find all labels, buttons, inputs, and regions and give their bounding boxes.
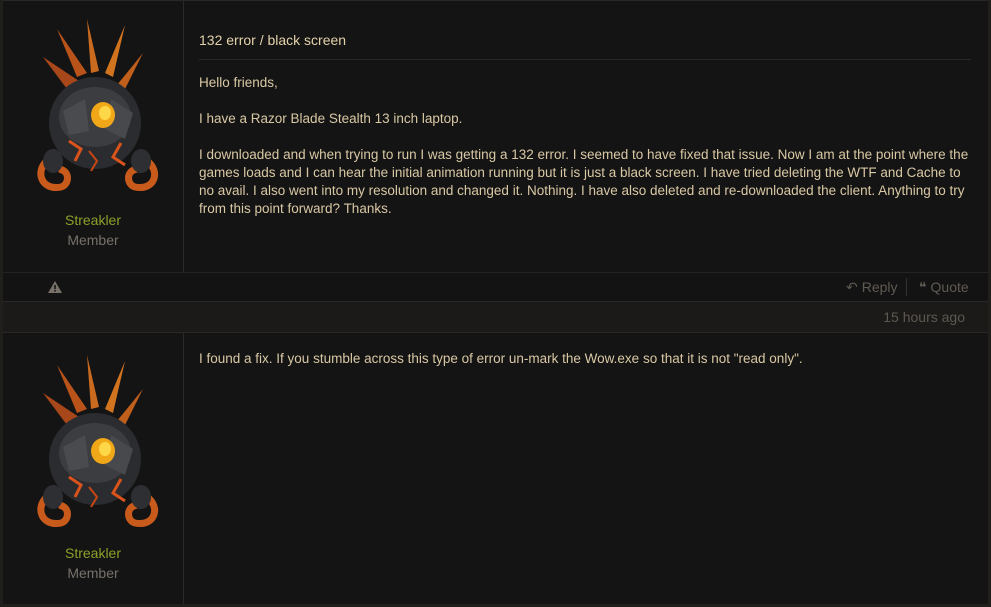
quote-label: Quote — [930, 279, 969, 295]
quote-button[interactable]: ❝ Quote — [919, 279, 969, 296]
post-footer: ↶ Reply ❝ Quote — [3, 272, 988, 301]
author-name[interactable]: Streakler — [3, 212, 183, 228]
post-timestamp[interactable]: 15 hours ago — [883, 309, 965, 325]
author-role: Member — [67, 232, 119, 248]
author-name[interactable]: Streakler — [3, 545, 183, 561]
reply-button[interactable]: ↶ Reply — [846, 279, 898, 296]
reply-arrow-icon: ↶ — [846, 279, 858, 295]
forum-thread: Streakler Member 132 error / black scree… — [0, 0, 991, 607]
author-panel: Streakler Member — [3, 333, 184, 604]
post-meta-bar: 15 hours ago — [3, 301, 988, 332]
post-paragraph: Hello friends, — [199, 75, 278, 90]
forum-post: Streakler Member I found a fix. If you s… — [3, 332, 988, 604]
action-divider — [906, 278, 907, 296]
forum-post: Streakler Member 132 error / black scree… — [3, 0, 988, 272]
author-panel: Streakler Member — [3, 1, 184, 272]
author-role: Member — [67, 565, 119, 581]
avatar[interactable] — [29, 11, 165, 201]
warning-icon[interactable] — [48, 281, 62, 293]
post-paragraph: I downloaded and when trying to run I wa… — [199, 147, 969, 216]
post-paragraph: I have a Razor Blade Stealth 13 inch lap… — [199, 111, 463, 126]
post-body: Hello friends, I have a Razor Blade Stea… — [199, 74, 971, 236]
reply-label: Reply — [861, 279, 898, 295]
post-paragraph: I found a fix. If you stumble across thi… — [199, 351, 803, 366]
quote-icon: ❝ — [919, 279, 927, 295]
post-body: I found a fix. If you stumble across thi… — [199, 350, 971, 386]
post-title: 132 error / black screen — [199, 31, 971, 60]
avatar[interactable] — [29, 347, 165, 537]
